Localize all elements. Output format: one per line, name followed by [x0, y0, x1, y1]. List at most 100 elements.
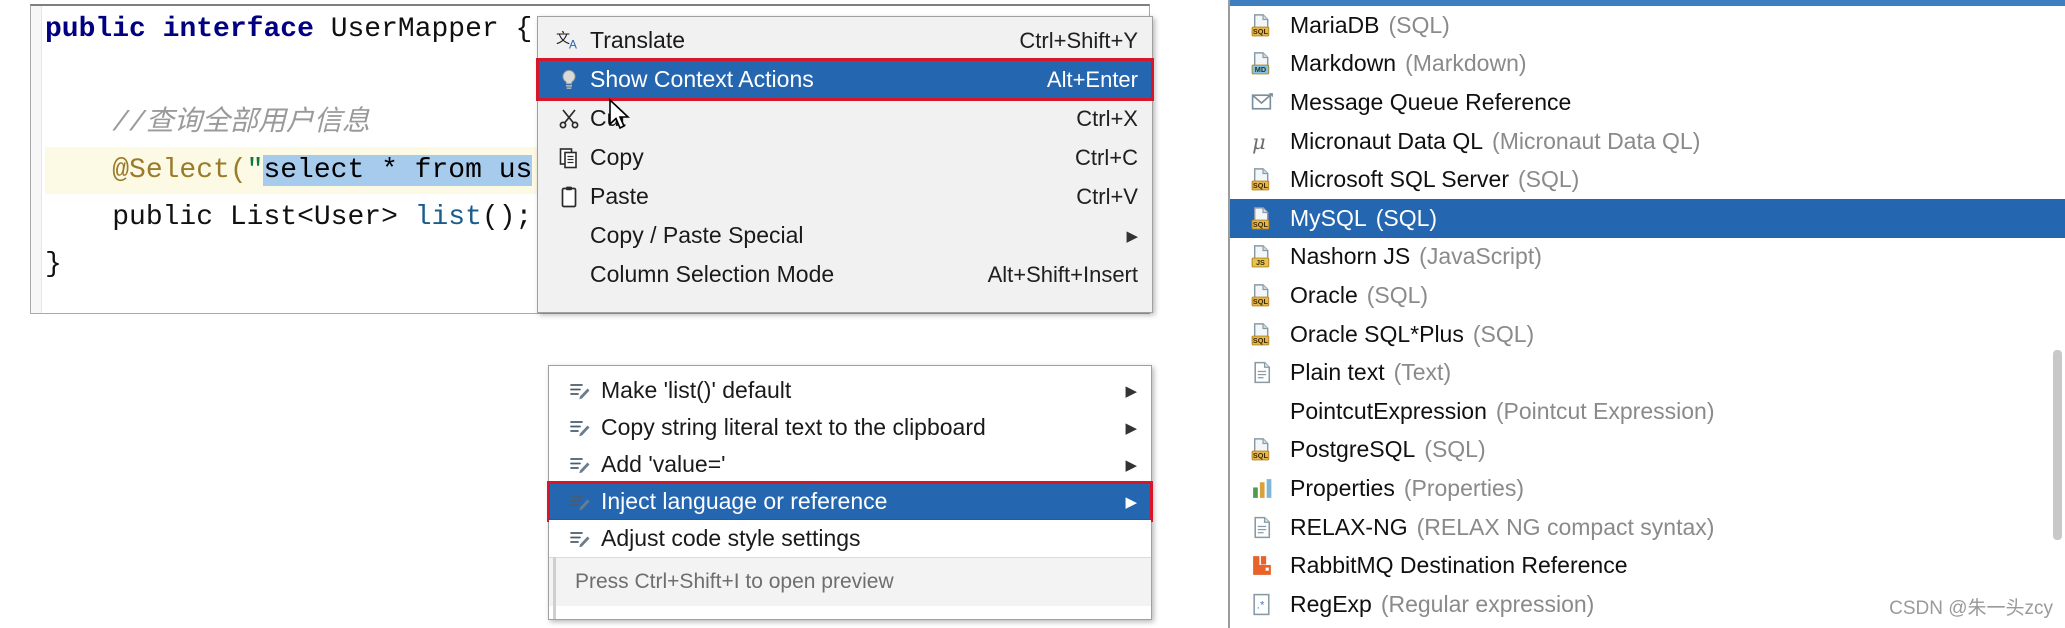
- svg-text:A: A: [569, 37, 577, 51]
- language-item-plain-text[interactable]: Plain text (Text): [1230, 353, 2065, 392]
- language-kind: (Text): [1393, 359, 1452, 386]
- intention-item-inject-language-or-reference[interactable]: Inject language or reference ▶: [547, 481, 1153, 522]
- menu-item-label: Paste: [590, 183, 649, 209]
- language-kind: (Regular expression): [1380, 590, 1595, 617]
- code-token: @Select(: [112, 155, 247, 186]
- intention-item-label: Add 'value=': [601, 451, 726, 477]
- language-item-oracle[interactable]: SQL Oracle (SQL): [1230, 276, 2065, 315]
- language-kind: (SQL): [1375, 204, 1438, 231]
- text-file-icon: [1250, 515, 1290, 540]
- copy-icon: [548, 146, 590, 170]
- language-kind: (Markdown): [1405, 50, 1527, 77]
- language-item-mariadb[interactable]: SQL MariaDB (SQL): [1230, 6, 2065, 45]
- svg-text:SQL: SQL: [1253, 181, 1269, 190]
- svg-text:.*: .*: [1257, 599, 1265, 611]
- language-name: Oracle: [1290, 281, 1358, 308]
- svg-text:SQL: SQL: [1253, 27, 1269, 36]
- context-menu-item-column-selection-mode[interactable]: Column Selection Mode Alt+Shift+Insert: [538, 255, 1152, 294]
- language-kind: (Micronaut Data QL): [1492, 127, 1701, 154]
- language-item-markdown[interactable]: MD Markdown (Markdown): [1230, 45, 2065, 84]
- svg-text:SQL: SQL: [1253, 336, 1269, 345]
- intention-icon: [559, 490, 601, 514]
- properties-icon: [1250, 476, 1290, 501]
- language-item-message-queue-reference[interactable]: Message Queue Reference: [1230, 83, 2065, 122]
- js-file-icon: JS: [1250, 244, 1290, 269]
- language-item-mysql[interactable]: SQL MySQL (SQL): [1230, 198, 2065, 238]
- intention-icon: [559, 416, 601, 440]
- language-item-postgresql[interactable]: SQL PostgreSQL (SQL): [1230, 431, 2065, 470]
- language-item-relax-ng[interactable]: RELAX-NG (RELAX NG compact syntax): [1230, 508, 2065, 547]
- chevron-right-icon: ▶: [1125, 382, 1137, 400]
- scissors-icon: [548, 107, 590, 131]
- language-list-scrollbar[interactable]: [2053, 350, 2062, 540]
- language-item-rabbitmq-destination-reference[interactable]: RabbitMQ Destination Reference: [1230, 546, 2065, 585]
- intention-icon: [559, 379, 601, 403]
- sql-file-icon: SQL: [1250, 283, 1290, 308]
- language-injection-list[interactable]: SQL MariaDB (SQL) MD Markdown (Markdown) Messa…: [1228, 0, 2065, 628]
- context-menu-item-copy-paste-special[interactable]: Copy / Paste Special ▶: [538, 216, 1152, 255]
- translate-icon: 文A: [548, 28, 590, 54]
- language-name: Plain text: [1290, 359, 1385, 386]
- language-item-oracle-sql-plus[interactable]: SQL Oracle SQL*Plus (SQL): [1230, 315, 2065, 354]
- code-token: }: [45, 249, 62, 280]
- code-token: {: [498, 14, 533, 45]
- intention-item-add-value[interactable]: Add 'value=' ▶: [549, 446, 1151, 483]
- code-token: ": [246, 155, 264, 186]
- language-item-nashorn-js[interactable]: JS Nashorn JS (JavaScript): [1230, 238, 2065, 277]
- code-token: List<User>: [229, 202, 398, 233]
- code-token: interface: [162, 14, 314, 45]
- context-menu-item-show-context-actions[interactable]: Show Context Actions Alt+Enter: [536, 58, 1154, 101]
- intention-item-adjust-code-style-settings[interactable]: Adjust code style settings: [549, 520, 1151, 557]
- language-name: Microsoft SQL Server: [1290, 166, 1509, 193]
- menu-item-shortcut: Ctrl+C: [1075, 144, 1138, 170]
- language-name: Properties: [1290, 474, 1395, 501]
- context-menu-item-copy[interactable]: Copy Ctrl+C: [538, 138, 1152, 177]
- sql-file-icon: SQL: [1250, 206, 1290, 231]
- language-kind: (Properties): [1403, 474, 1524, 501]
- intention-actions-menu[interactable]: Make 'list()' default ▶ Copy string litera…: [547, 365, 1153, 620]
- language-item-microsoft-sql-server[interactable]: SQL Microsoft SQL Server (SQL): [1230, 160, 2065, 199]
- lightbulb-icon: [548, 68, 590, 92]
- language-item-pointcutexpression[interactable]: PointcutExpression (Pointcut Expression): [1230, 392, 2065, 431]
- menu-item-label: Copy: [590, 144, 644, 170]
- code-token: list: [414, 202, 482, 233]
- language-name: RELAX-NG: [1290, 513, 1408, 540]
- context-menu-item-translate[interactable]: 文 A Translate Ctrl+Shift+Y: [538, 21, 1152, 60]
- markdown-file-icon: MD: [1250, 51, 1290, 76]
- context-menu-item-paste[interactable]: Paste Ctrl+V: [538, 177, 1152, 216]
- menu-item-label: Translate: [590, 27, 686, 53]
- sql-file-icon: SQL: [1250, 167, 1290, 192]
- sql-file-icon: SQL: [1250, 322, 1290, 347]
- language-kind: (SQL): [1472, 320, 1535, 347]
- code-token: public: [45, 14, 146, 45]
- menu-item-label: Column Selection Mode: [590, 261, 835, 287]
- language-name: Markdown: [1290, 50, 1397, 77]
- code-token: select * from us: [263, 155, 533, 186]
- language-item-micronaut-data-ql[interactable]: μ Micronaut Data QL (Micronaut Data QL): [1230, 122, 2065, 161]
- svg-text:JS: JS: [1256, 259, 1265, 268]
- intention-item-copy-string-literal-text-to-the-clipboard[interactable]: Copy string literal text to the clipboar…: [549, 409, 1151, 446]
- language-kind: (Pointcut Expression): [1495, 397, 1715, 424]
- code-token: public: [112, 202, 214, 233]
- intention-item-make-list-default[interactable]: Make 'list()' default ▶: [549, 372, 1151, 409]
- menu-item-label: Cut: [590, 105, 626, 131]
- intention-item-label: Adjust code style settings: [601, 525, 861, 551]
- sql-file-icon: SQL: [1250, 13, 1290, 38]
- language-kind: (SQL): [1366, 281, 1429, 308]
- chevron-right-icon: ▶: [1125, 493, 1137, 511]
- editor-context-menu[interactable]: 文 A Translate Ctrl+Shift+Y Show Context Acti…: [536, 16, 1154, 313]
- intentions-footer-hint: Press Ctrl+Shift+I to open preview: [549, 557, 1151, 606]
- language-name: PostgreSQL: [1290, 436, 1416, 463]
- chevron-right-icon: ▶: [1125, 419, 1137, 437]
- language-kind: (RELAX NG compact syntax): [1416, 513, 1715, 540]
- language-name: PointcutExpression: [1290, 397, 1487, 424]
- svg-text:SQL: SQL: [1253, 220, 1269, 229]
- intention-icon: [559, 527, 601, 551]
- language-item-properties[interactable]: Properties (Properties): [1230, 469, 2065, 508]
- svg-text:文: 文: [556, 31, 570, 47]
